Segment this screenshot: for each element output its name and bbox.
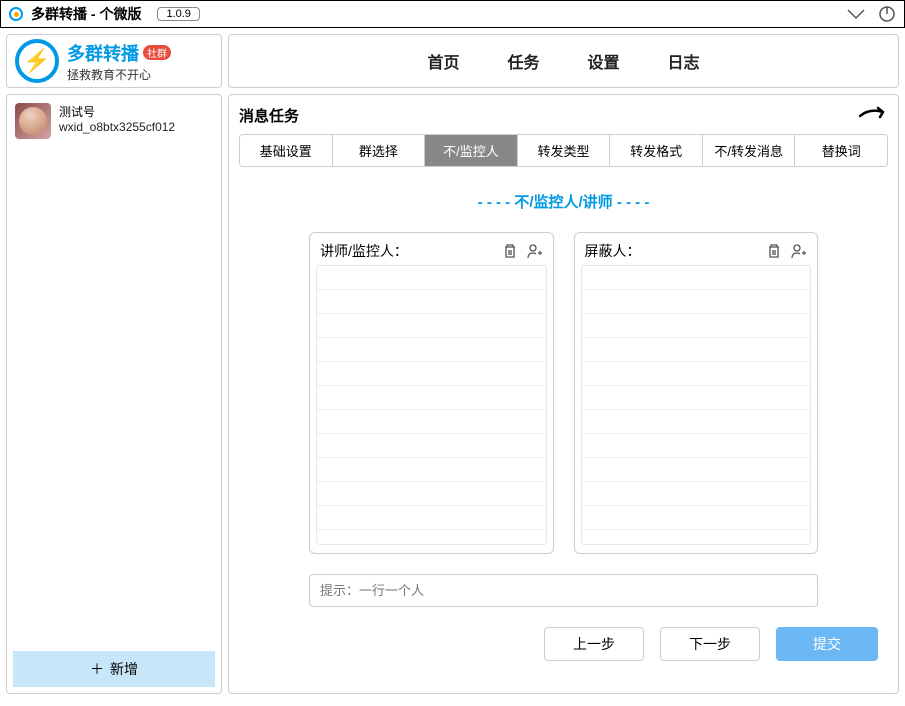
content-panel: 消息任务 基础设置 群选择 不/监控人 转发类型 转发格式 不/转发消息 替换词…: [228, 94, 899, 694]
tabs: 基础设置 群选择 不/监控人 转发类型 转发格式 不/转发消息 替换词: [239, 134, 888, 167]
delete-icon[interactable]: [765, 242, 783, 260]
logo-subtitle: 拯救教育不开心: [67, 66, 171, 83]
sidebar: 测试号 wxid_o8btx3255cf012 ＋ 新增: [6, 94, 222, 694]
logo-badge: 社群: [143, 45, 171, 60]
account-name: 测试号: [59, 103, 175, 120]
tab-replace[interactable]: 替换词: [795, 135, 887, 166]
add-button[interactable]: ＋ 新增: [13, 651, 215, 687]
lecturer-list[interactable]: [316, 265, 547, 545]
next-button[interactable]: 下一步: [660, 627, 760, 661]
block-list-label: 屏蔽人：: [585, 241, 641, 261]
lecturer-list-box: 讲师/监控人：: [309, 232, 554, 554]
logo-icon: ⚡: [15, 39, 59, 83]
panel-title: 消息任务: [239, 105, 299, 126]
nav-settings[interactable]: 设置: [588, 49, 620, 73]
add-button-label: 新增: [110, 659, 138, 679]
prev-button[interactable]: 上一步: [544, 627, 644, 661]
block-list-box: 屏蔽人：: [574, 232, 819, 554]
back-icon[interactable]: [858, 106, 888, 126]
plus-icon: ＋: [90, 659, 104, 679]
app-icon: [9, 7, 23, 21]
tab-groups[interactable]: 群选择: [333, 135, 426, 166]
tab-fwd-type[interactable]: 转发类型: [518, 135, 611, 166]
delete-icon[interactable]: [501, 242, 519, 260]
tab-fwd-msg[interactable]: 不/转发消息: [703, 135, 796, 166]
nav-tasks[interactable]: 任务: [507, 49, 539, 73]
hint-input[interactable]: [309, 574, 818, 607]
window-title: 多群转播 - 个微版: [31, 4, 141, 24]
tab-monitor[interactable]: 不/监控人: [425, 135, 518, 166]
minimize-icon[interactable]: [846, 8, 866, 20]
lecturer-list-label: 讲师/监控人：: [320, 241, 408, 261]
section-heading: - - - - 不/监控人/讲师 - - - -: [239, 167, 888, 232]
block-list[interactable]: [581, 265, 812, 545]
version-badge: 1.0.9: [157, 7, 199, 21]
titlebar: 多群转播 - 个微版 1.0.9: [0, 0, 905, 28]
nav-home[interactable]: 首页: [427, 49, 459, 73]
submit-button[interactable]: 提交: [776, 627, 878, 661]
nav-logs[interactable]: 日志: [668, 49, 700, 73]
tab-basic[interactable]: 基础设置: [240, 135, 333, 166]
logo-title: 多群转播: [67, 40, 139, 66]
add-person-icon[interactable]: [525, 242, 543, 260]
logo-box: ⚡ 多群转播 社群 拯救教育不开心: [6, 34, 222, 88]
nav-bar: 首页 任务 设置 日志: [228, 34, 899, 88]
power-icon[interactable]: [878, 5, 896, 23]
add-person-icon[interactable]: [789, 242, 807, 260]
avatar: [15, 103, 51, 139]
tab-fwd-format[interactable]: 转发格式: [610, 135, 703, 166]
account-id: wxid_o8btx3255cf012: [59, 120, 175, 134]
account-item[interactable]: 测试号 wxid_o8btx3255cf012: [7, 95, 221, 147]
